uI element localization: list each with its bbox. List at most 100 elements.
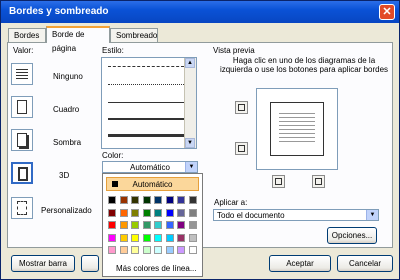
left-border-button[interactable] [272, 175, 285, 188]
color-swatch[interactable] [131, 246, 139, 254]
dialog-window: Bordes y sombreado ✕ Bordes Borde de pág… [0, 0, 400, 280]
preview-text-lines [279, 113, 315, 145]
color-swatch[interactable] [131, 208, 139, 217]
color-swatch[interactable] [142, 221, 151, 229]
color-label: Color: [102, 151, 124, 160]
setting-shadow-label: Sombra [53, 138, 82, 147]
settings-label: Valor: [13, 46, 34, 55]
color-swatch[interactable] [165, 233, 174, 242]
style-label: Estilo: [102, 46, 124, 55]
color-swatch[interactable] [154, 246, 162, 254]
preview-area[interactable] [256, 88, 338, 170]
setting-box-button[interactable] [11, 96, 33, 118]
color-swatch[interactable] [108, 233, 116, 242]
color-swatch[interactable] [177, 221, 185, 229]
style-option-dashed[interactable] [108, 66, 184, 67]
style-option-dotted[interactable] [108, 84, 184, 85]
options-button[interactable]: Opciones... [327, 227, 377, 244]
setting-none-button[interactable] [11, 63, 33, 85]
preview-page [270, 102, 324, 156]
style-option-thick[interactable] [108, 134, 184, 137]
color-swatch[interactable] [154, 196, 162, 204]
color-swatch[interactable] [142, 246, 151, 254]
page-none-icon [16, 69, 28, 79]
scroll-up-icon[interactable]: ▲ [185, 58, 195, 68]
color-swatch[interactable] [142, 233, 151, 242]
style-option-thin[interactable] [108, 102, 184, 103]
color-swatch[interactable] [154, 221, 162, 229]
setting-3d-button[interactable] [11, 162, 33, 184]
setting-shadow-button[interactable] [11, 129, 33, 151]
auto-color-label: Automático [132, 180, 173, 189]
page-box-icon [17, 100, 27, 114]
setting-none-label: Ninguno [53, 72, 83, 81]
setting-box-label: Cuadro [53, 105, 80, 114]
color-swatch[interactable] [108, 221, 116, 229]
color-swatch[interactable] [165, 221, 174, 229]
apply-select-value: Todo el documento [217, 211, 285, 220]
tab-sombreado[interactable]: Sombreado [110, 28, 158, 42]
more-colors-option[interactable]: Más colores de línea... [116, 264, 196, 273]
apply-label: Aplicar a: [214, 198, 248, 207]
color-swatch[interactable] [108, 208, 116, 217]
color-palette: Automático Más colores de línea... [102, 173, 203, 277]
color-swatch[interactable] [165, 208, 174, 217]
color-swatch[interactable] [108, 246, 116, 254]
page-3d-icon [18, 167, 28, 181]
accept-button[interactable]: Aceptar [269, 255, 331, 272]
preview-label: Vista previa [213, 46, 255, 55]
setting-custom-button[interactable] [11, 197, 33, 219]
color-swatch[interactable] [188, 196, 197, 204]
color-select[interactable]: Automático ▼ [102, 161, 198, 173]
preview-hint: Haga clic en uno de los diagramas de la … [219, 56, 389, 74]
setting-3d-label: 3D [59, 171, 70, 180]
color-swatch[interactable] [165, 196, 174, 204]
cancel-button[interactable]: Cancelar [337, 255, 393, 272]
color-swatch[interactable] [142, 196, 151, 204]
title-bar[interactable]: Bordes y sombreado ✕ [1, 1, 399, 23]
right-border-button[interactable] [312, 175, 325, 188]
color-swatch[interactable] [154, 233, 162, 242]
style-scrollbar[interactable]: ▲ ▼ [184, 58, 196, 148]
color-swatch[interactable] [188, 246, 197, 254]
color-swatch[interactable] [119, 246, 128, 254]
color-swatch[interactable] [131, 233, 139, 242]
color-swatch[interactable] [131, 221, 139, 229]
apply-chevron-down-icon[interactable]: ▼ [366, 210, 378, 220]
color-swatch[interactable] [165, 246, 174, 254]
color-swatch[interactable] [131, 196, 139, 204]
tab-bordes[interactable]: Bordes [8, 28, 46, 42]
color-swatch[interactable] [177, 233, 185, 242]
color-swatch[interactable] [177, 196, 185, 204]
color-swatch[interactable] [119, 233, 128, 242]
show-bar-button[interactable]: Mostrar barra [11, 255, 75, 272]
page-shadow-icon [17, 133, 27, 147]
color-swatch[interactable] [119, 221, 128, 229]
setting-custom-label: Personalizado [41, 206, 92, 215]
style-option-medium[interactable] [108, 118, 184, 120]
chevron-down-icon[interactable]: ▼ [185, 162, 197, 172]
page-custom-icon [17, 201, 27, 215]
color-swatch[interactable] [119, 196, 128, 204]
color-swatch[interactable] [154, 208, 162, 217]
color-swatch[interactable] [188, 208, 197, 217]
close-button[interactable]: ✕ [379, 4, 395, 20]
color-swatch[interactable] [188, 233, 197, 242]
bottom-border-button[interactable] [235, 142, 248, 155]
dialog-title: Bordes y sombreado [9, 6, 109, 17]
color-swatch[interactable] [188, 221, 197, 229]
color-swatch[interactable] [108, 196, 116, 204]
hidden-button[interactable] [81, 255, 99, 272]
scroll-down-icon[interactable]: ▼ [185, 138, 195, 148]
color-swatch[interactable] [119, 208, 128, 217]
color-swatch[interactable] [177, 246, 185, 254]
auto-color-option[interactable]: Automático [106, 177, 199, 191]
apply-select[interactable]: Todo el documento ▼ [213, 209, 379, 221]
color-swatch[interactable] [177, 208, 185, 217]
style-list[interactable]: ▲ ▼ [101, 57, 197, 149]
top-border-button[interactable] [235, 101, 248, 114]
color-swatch[interactable] [142, 208, 151, 217]
tab-borde-de-pagina[interactable]: Borde de página [46, 26, 110, 53]
color-select-value: Automático [129, 163, 171, 172]
auto-color-swatch [112, 181, 118, 187]
